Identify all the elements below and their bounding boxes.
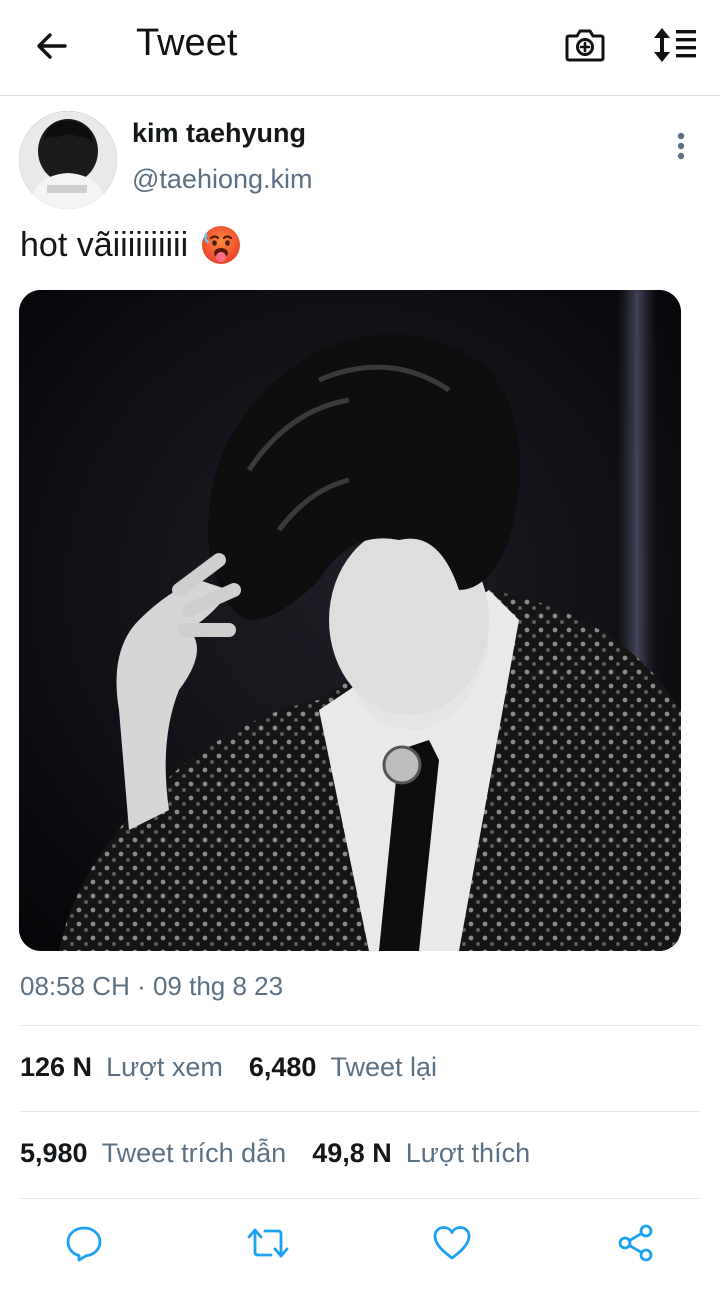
divider — [20, 1198, 700, 1199]
author-name[interactable]: kim taehyung — [132, 118, 306, 149]
heart-icon — [433, 1226, 471, 1260]
top-bar: Tweet — [0, 0, 720, 96]
camera-button[interactable] — [562, 22, 608, 68]
views-label: Lượt xem — [106, 1052, 223, 1082]
avatar[interactable] — [19, 111, 117, 209]
like-button[interactable] — [430, 1221, 474, 1265]
hot-face-emoji-icon — [202, 226, 241, 264]
avatar-image — [19, 111, 117, 209]
tweet-action-bar — [0, 1215, 720, 1271]
share-icon — [618, 1224, 653, 1262]
retweet-icon — [247, 1228, 289, 1258]
views-stat[interactable]: 126 N Lượt xem — [20, 1052, 249, 1083]
likes-label: Lượt thích — [405, 1138, 531, 1168]
reply-icon — [66, 1226, 102, 1262]
tweet-body: hot vãiiiiiiiiii — [20, 225, 189, 264]
likes-count: 49,8 N — [312, 1138, 392, 1168]
views-count: 126 N — [20, 1052, 93, 1082]
stats-row-views-retweets: 126 N Lượt xem 6,480 Tweet lại — [20, 1052, 463, 1083]
photo — [19, 290, 681, 951]
stats-row-quotes-likes: 5,980 Tweet trích dẫn 49,8 N Lượt thích — [20, 1138, 556, 1169]
back-button[interactable] — [30, 24, 74, 68]
arrow-left-icon — [37, 33, 67, 59]
author-handle[interactable]: @taehiong.kim — [132, 164, 313, 195]
quotes-count: 5,980 — [20, 1138, 88, 1168]
reply-button[interactable] — [62, 1221, 106, 1265]
divider — [20, 1025, 700, 1026]
share-button[interactable] — [614, 1221, 658, 1265]
retweets-count: 6,480 — [248, 1052, 317, 1082]
likes-stat[interactable]: 49,8 N Lượt thích — [312, 1138, 556, 1169]
retweet-button[interactable] — [246, 1221, 290, 1265]
quotes-stat[interactable]: 5,980 Tweet trích dẫn — [20, 1138, 312, 1169]
camera-add-icon — [565, 29, 605, 62]
tweet-timestamp: 08:58 CH · 09 thg 8 23 — [20, 971, 284, 1001]
more-vertical-icon — [677, 132, 685, 160]
tweet-media-image[interactable] — [19, 290, 681, 951]
retweets-label: Tweet lại — [330, 1052, 438, 1082]
divider — [20, 1111, 700, 1112]
sort-list-icon — [654, 28, 696, 62]
sort-button[interactable] — [650, 22, 700, 68]
tweet-text: hot vãiiiiiiiiii — [20, 224, 242, 266]
retweets-stat[interactable]: 6,480 Tweet lại — [249, 1052, 463, 1083]
page-title: Tweet — [136, 22, 238, 64]
more-options-button[interactable] — [664, 126, 698, 166]
quotes-label: Tweet trích dẫn — [101, 1138, 287, 1168]
